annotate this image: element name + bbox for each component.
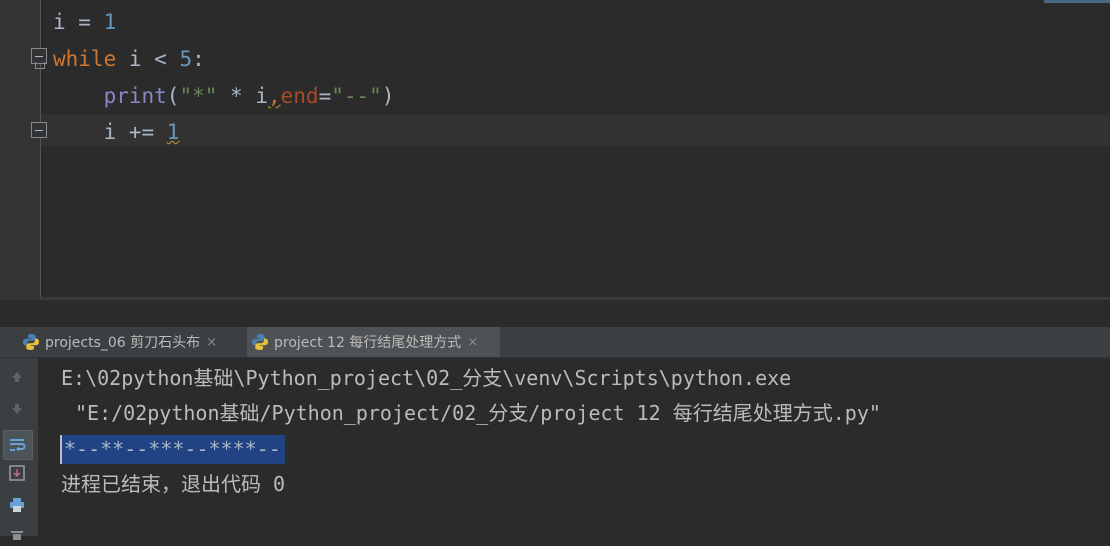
scrollbar-thumb[interactable]	[1044, 0, 1110, 3]
code-token: :	[192, 47, 205, 71]
code-editor[interactable]: i = 1 while i < 5: print("*" * i,end="--…	[0, 0, 1110, 300]
arrow-down-icon[interactable]	[6, 398, 28, 420]
code-line-1: i = 1	[53, 9, 116, 35]
code-number: 1	[166, 120, 180, 144]
console-command-line: E:\02python基础\Python_project\02_分支\venv\…	[61, 366, 792, 390]
code-token: )	[381, 84, 395, 108]
code-keyword: while	[53, 47, 117, 71]
run-console[interactable]: E:\02python基础\Python_project\02_分支\venv\…	[39, 358, 1110, 536]
code-token: i	[53, 10, 79, 34]
fold-collapse-icon[interactable]	[31, 48, 47, 64]
run-tab-label: projects_06 剪刀石头布	[45, 335, 201, 351]
console-exit-message: 进程已结束，退出代码 0	[61, 472, 286, 496]
console-command-script: "E:/02python基础/Python_project/02_分支/proj…	[75, 401, 881, 425]
print-icon[interactable]	[6, 494, 28, 516]
code-number: 5	[179, 47, 193, 71]
trash-icon[interactable]	[6, 524, 28, 546]
code-line-4: i += 1	[53, 119, 180, 145]
code-number: 1	[103, 10, 117, 34]
run-tab-bar: projects_06 剪刀石头布 × project 12 每行结尾处理方式 …	[0, 327, 1110, 358]
code-token: i <	[116, 47, 180, 71]
console-program-output: *--**--***--****--	[60, 435, 285, 464]
code-token: =	[318, 84, 332, 108]
close-icon[interactable]: ×	[467, 335, 478, 350]
arrow-up-icon[interactable]	[6, 366, 28, 388]
code-token: i +=	[103, 120, 167, 144]
current-line-highlight	[41, 115, 1110, 146]
scroll-to-end-icon[interactable]	[6, 462, 28, 484]
python-icon	[22, 333, 40, 351]
code-warning-comma: ,	[267, 84, 281, 108]
run-toolbar	[0, 358, 39, 540]
code-string: "*"	[179, 84, 218, 108]
code-token: (	[166, 84, 180, 108]
code-token: * i	[217, 84, 268, 108]
editor-bottom-border	[40, 297, 1110, 300]
code-param: end	[280, 84, 319, 108]
code-line-3: print("*" * i,end="--")	[53, 83, 395, 109]
soft-wrap-icon[interactable]	[3, 430, 33, 460]
code-line-2: while i < 5:	[53, 46, 205, 72]
editor-gutter	[0, 0, 41, 300]
python-icon	[251, 333, 269, 351]
run-tab-project-12[interactable]: project 12 每行结尾处理方式 ×	[247, 327, 500, 357]
run-tab-label: project 12 每行结尾处理方式	[274, 335, 462, 351]
code-string: "--"	[331, 84, 382, 108]
fold-end-icon[interactable]	[31, 122, 47, 138]
close-icon[interactable]: ×	[206, 335, 217, 350]
code-token: =	[78, 10, 104, 34]
code-builtin: print	[103, 84, 167, 108]
run-tab-projects-06[interactable]: projects_06 剪刀石头布 ×	[22, 327, 234, 357]
